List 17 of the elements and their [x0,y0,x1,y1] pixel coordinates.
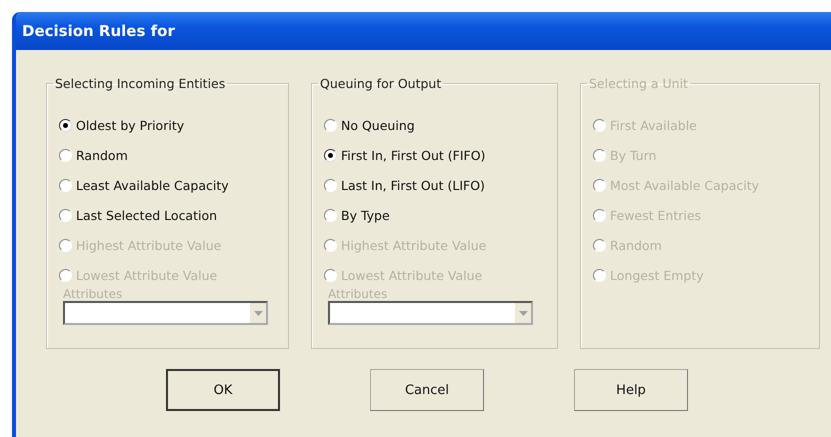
radio-option[interactable]: Last Selected Location [59,205,278,225]
caret-icon [254,310,262,316]
group-title: Selecting Incoming Entities [54,76,226,91]
group-title: Queuing for Output [319,76,442,91]
dialog-button[interactable]: Help [574,369,688,411]
group-title: Selecting a Unit [588,76,689,91]
dialog-button[interactable]: Cancel [370,369,484,411]
dialog-button[interactable]: OK [166,369,280,411]
radio-option[interactable]: No Queuing [324,115,547,135]
window-title: Decision Rules for [22,22,175,40]
radio-option[interactable]: Random [59,145,278,165]
radio-option[interactable]: By Type [324,205,547,225]
caret-icon [518,310,528,316]
radio-option[interactable]: Oldest by Priority [59,115,278,135]
radio-option[interactable]: Least Available Capacity [59,175,278,195]
radio-option[interactable]: First In, First Out (FIFO) [324,145,547,165]
radio-option[interactable]: Last In, First Out (LIFO) [324,175,547,195]
